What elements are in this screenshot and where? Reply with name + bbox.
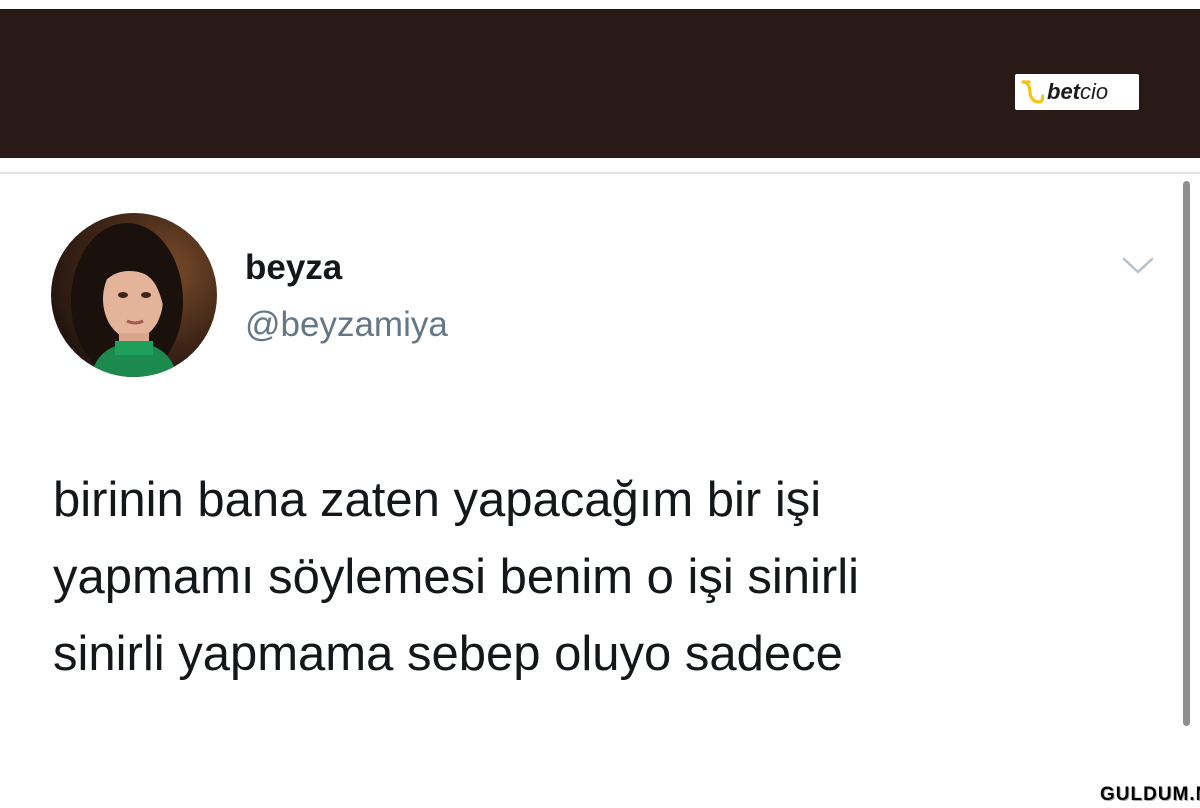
betcio-logo-icon [1021, 80, 1044, 104]
logo-wordmark: betcio [1047, 79, 1108, 105]
tweet-text-line: sinirli yapmama sebep oluyo sadece [53, 627, 843, 681]
ad-banner[interactable]: betcio [0, 9, 1200, 158]
watermark-text: GULDUM.NET [1100, 784, 1200, 805]
logo-text-bold: bet [1047, 79, 1080, 104]
betcio-logo[interactable]: betcio [1015, 74, 1139, 110]
top-strip [0, 0, 1200, 9]
tweet-text-line: birinin bana zaten yapacağım bir işi [53, 473, 822, 527]
avatar[interactable] [51, 213, 217, 377]
divider [0, 172, 1200, 174]
logo-text-light: cio [1080, 79, 1109, 104]
user-handle[interactable]: @beyzamiya [245, 303, 448, 347]
chevron-down-icon[interactable] [1118, 250, 1158, 280]
scrollbar[interactable] [1183, 181, 1190, 726]
tweet-text-line: yapmamı söylemesi benim o işi sinirli [53, 550, 860, 604]
display-name[interactable]: beyza [245, 246, 342, 290]
watermark: GULDUM.NET [1090, 781, 1200, 808]
tweet-text: birinin bana zaten yapacağım bir işi yap… [53, 462, 1173, 693]
avatar-image [51, 213, 217, 377]
